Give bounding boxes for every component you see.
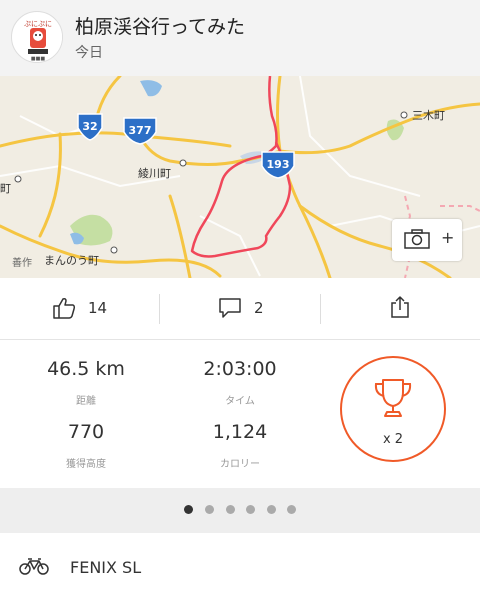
pager-dot[interactable] (287, 505, 296, 514)
share-icon (391, 296, 409, 318)
map-label-mikicho: 三木町 (412, 109, 445, 122)
calories-label: カロリー (220, 459, 260, 470)
route-shield-377: 377 (129, 124, 152, 137)
map-label-left-town: 町 (0, 182, 11, 195)
map-label-zosaku: 善作 (12, 256, 32, 269)
trophy-icon (374, 379, 412, 417)
activity-title[interactable]: 柏原渓谷行ってみた (75, 12, 245, 39)
add-plus-icon: + (441, 228, 455, 247)
kudos-count: 14 (88, 299, 108, 317)
comment-button[interactable]: 2 (218, 278, 288, 340)
achievements-button[interactable]: x 2 (340, 356, 446, 462)
route-map[interactable]: 32 377 193 三木町 綾川町 町 まんのう町 善作 + (0, 76, 480, 278)
carousel-pager (0, 488, 480, 533)
activity-date: 今日 (75, 45, 103, 61)
calories-value: 1,124 (212, 421, 268, 443)
bike-icon (19, 558, 49, 575)
pager-dot[interactable] (246, 505, 255, 514)
pager-dot[interactable] (184, 505, 193, 514)
activity-stats: 46.5 km 距離 2:03:00 タイム 770 獲得高度 1,124 カロ… (0, 340, 480, 488)
svg-text:■■■: ■■■ (31, 56, 45, 62)
camera-icon (404, 229, 430, 249)
map-label-ayagawacho: 綾川町 (138, 167, 171, 180)
time-label: タイム (225, 396, 255, 407)
comment-icon (219, 298, 241, 318)
elevation-label: 獲得高度 (66, 459, 106, 470)
kudos-button[interactable]: 14 (52, 278, 122, 340)
divider (159, 294, 160, 324)
athlete-avatar[interactable]: ぷにぷに ■■■ (11, 11, 63, 63)
pager-dot[interactable] (267, 505, 276, 514)
route-shield-193: 193 (267, 158, 290, 171)
gear-row[interactable]: FENIX SL (0, 533, 480, 601)
distance-value: 46.5 km (47, 358, 125, 380)
activity-header: ぷにぷに ■■■ 柏原渓谷行ってみた 今日 (0, 0, 480, 76)
add-photo-button[interactable]: + (392, 219, 462, 261)
elevation-value: 770 (67, 421, 105, 443)
gear-name: FENIX SL (70, 558, 142, 577)
share-button[interactable] (390, 278, 414, 340)
distance-label: 距離 (76, 396, 96, 407)
social-bar: 14 2 (0, 278, 480, 340)
svg-text:ぷにぷに: ぷにぷに (24, 20, 52, 28)
map-label-mannocho: まんのう町 (44, 254, 99, 267)
thumbs-up-icon (53, 298, 76, 319)
achievement-count: x 2 (382, 432, 404, 447)
time-value: 2:03:00 (203, 358, 277, 380)
pager-dot[interactable] (226, 505, 235, 514)
route-shield-32: 32 (82, 120, 97, 133)
pager-dot[interactable] (205, 505, 214, 514)
divider (320, 294, 321, 324)
comment-count: 2 (254, 299, 264, 317)
